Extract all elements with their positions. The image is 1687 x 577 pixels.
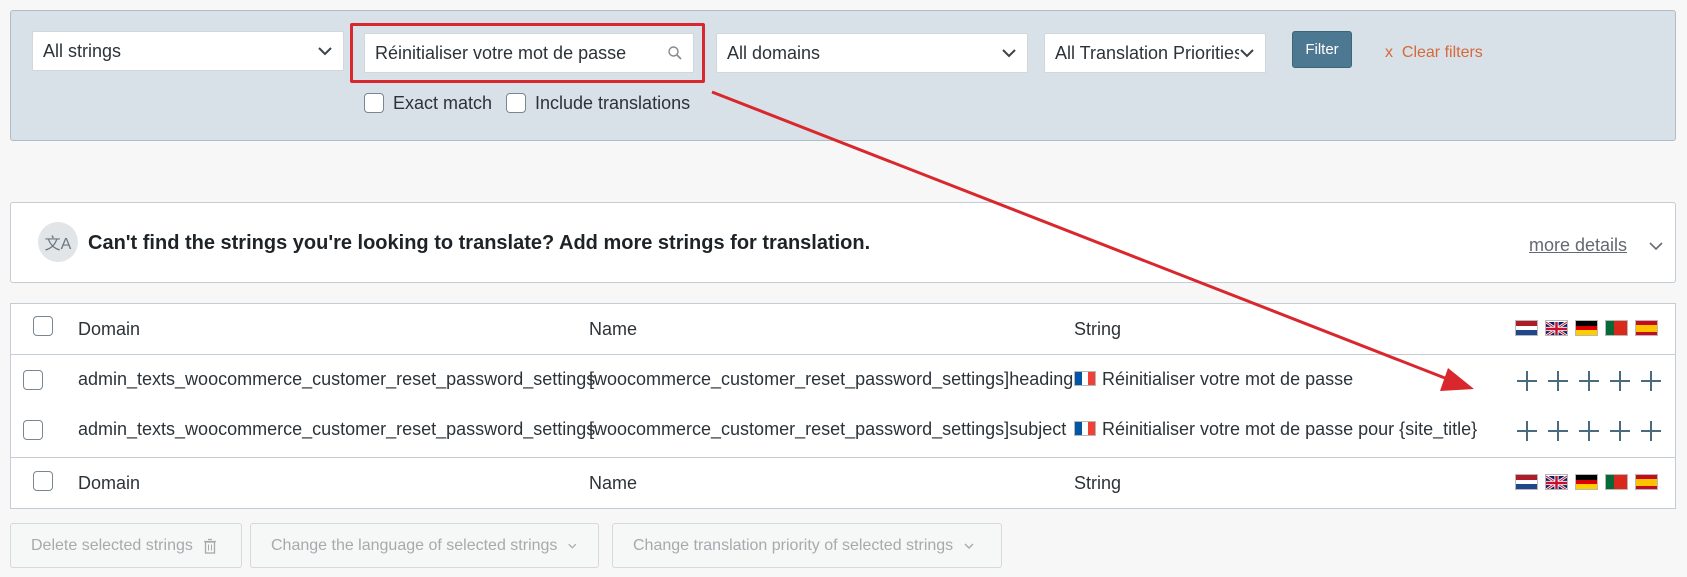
annotation-arrow [711,90,1474,391]
